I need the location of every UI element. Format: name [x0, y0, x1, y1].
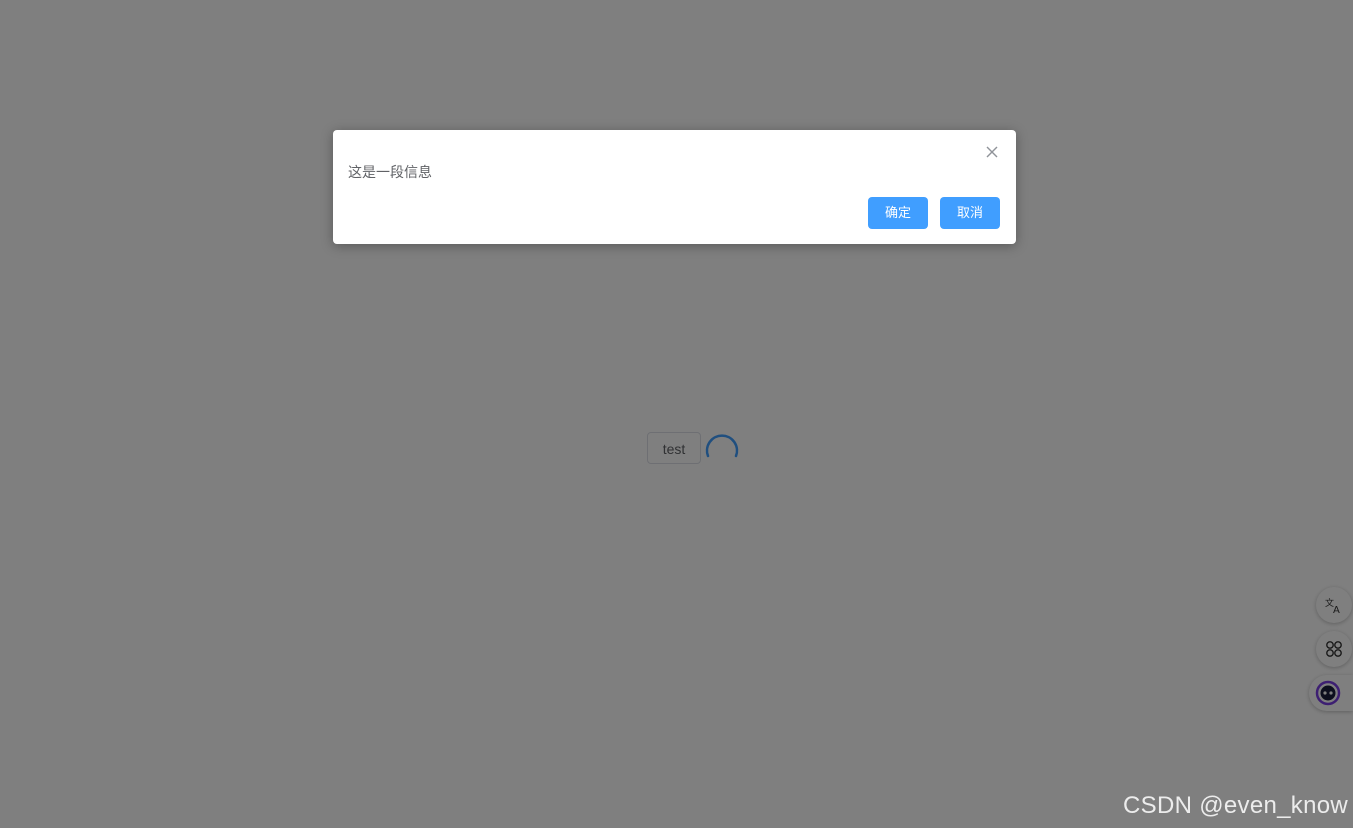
cancel-button[interactable]: 取消	[940, 197, 1000, 229]
modal-overlay[interactable]	[0, 0, 1353, 828]
watermark: CSDN @even_know	[1123, 792, 1348, 819]
confirm-button[interactable]: 确定	[868, 197, 928, 229]
dialog-message: 这是一段信息	[348, 164, 432, 180]
close-icon[interactable]	[984, 144, 1000, 160]
message-box-dialog: 这是一段信息 确定 取消	[333, 130, 1016, 244]
